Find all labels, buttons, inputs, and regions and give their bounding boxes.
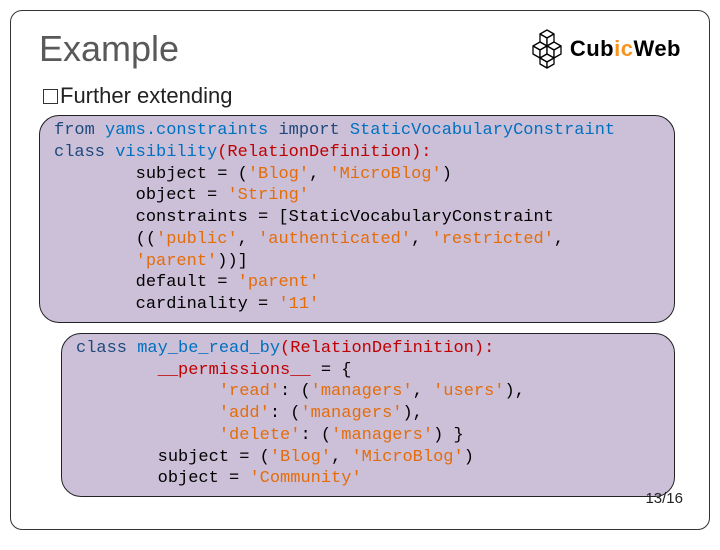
code-token: ),: [505, 382, 525, 401]
code-token: ,: [413, 382, 433, 401]
code-block-1: from yams.constraints import StaticVocab…: [39, 115, 675, 323]
page-number: 13/16: [645, 490, 683, 507]
code-token: [76, 382, 219, 401]
code-token: 'Community': [249, 469, 361, 488]
code-token: '11': [278, 295, 319, 314]
slide-title: Example: [39, 29, 179, 69]
code-token: yams.constraints: [95, 121, 279, 140]
subtitle-row: Further extending: [43, 83, 681, 109]
code-token: 'delete': [219, 426, 301, 445]
code-token: 'authenticated': [258, 230, 411, 249]
code-token: ,: [554, 230, 564, 249]
code-token: 'Blog': [248, 165, 309, 184]
code-token: [76, 361, 158, 380]
code-block-2: class may_be_read_by(RelationDefinition)…: [61, 333, 675, 497]
header-row: Example CubicWeb: [39, 29, 681, 69]
code-token: 'managers': [311, 382, 413, 401]
code-token: (RelationDefinition):: [217, 143, 431, 162]
code-token: (RelationDefinition):: [280, 339, 494, 358]
code-token: ) }: [433, 426, 464, 445]
code-token: 'Blog': [270, 448, 331, 467]
code-token: : (: [280, 382, 311, 401]
code-token: 'parent': [136, 252, 218, 271]
code-token: : (: [300, 426, 331, 445]
code-token: [76, 426, 219, 445]
code-token: subject = (: [76, 448, 270, 467]
code-token: 'managers': [300, 404, 402, 423]
subtitle: Further extending: [60, 83, 232, 109]
code-token: 'managers': [331, 426, 433, 445]
code-token: class: [76, 339, 127, 358]
code-token: ((: [54, 230, 156, 249]
code-token: __permissions__: [158, 361, 311, 380]
code-token: visibility: [105, 143, 217, 162]
logo-text: CubicWeb: [570, 36, 681, 62]
slide-frame: Example CubicWeb: [10, 10, 710, 530]
logo-text-accent: ic: [614, 36, 633, 61]
logo-text-a: Cub: [570, 36, 614, 61]
cube-icon: [530, 29, 564, 69]
code-token: constraints = [StaticVocabularyConstrain…: [54, 208, 554, 227]
code-token: cardinality =: [54, 295, 278, 314]
code-token: [54, 252, 136, 271]
code-token: [76, 404, 219, 423]
code-token: 'users': [433, 382, 504, 401]
bullet-checkbox-icon: [43, 89, 58, 104]
code-token: ,: [331, 448, 351, 467]
code-token: default =: [54, 273, 238, 292]
code-token: 'String': [227, 186, 309, 205]
code-token: subject = (: [54, 165, 248, 184]
code-token: ),: [402, 404, 422, 423]
code-token: 'parent': [238, 273, 320, 292]
code-token: StaticVocabularyConstraint: [340, 121, 615, 140]
code-token: 'add': [219, 404, 270, 423]
code-token: 'read': [219, 382, 280, 401]
code-token: ))]: [217, 252, 248, 271]
logo: CubicWeb: [530, 29, 681, 69]
code-token: import: [278, 121, 339, 140]
code-token: ): [464, 448, 474, 467]
code-token: object =: [76, 469, 249, 488]
code-token: 'MicroBlog': [329, 165, 441, 184]
code-token: may_be_read_by: [127, 339, 280, 358]
code-token: = {: [311, 361, 352, 380]
code-token: 'restricted': [432, 230, 554, 249]
code-token: ,: [309, 165, 329, 184]
code-token: : (: [270, 404, 301, 423]
code-token: object =: [54, 186, 227, 205]
logo-text-b: Web: [633, 36, 681, 61]
code-token: 'MicroBlog': [351, 448, 463, 467]
code-token: ,: [411, 230, 431, 249]
code-token: class: [54, 143, 105, 162]
code-token: from: [54, 121, 95, 140]
code-token: ): [442, 165, 452, 184]
code-token: ,: [238, 230, 258, 249]
code-token: 'public': [156, 230, 238, 249]
